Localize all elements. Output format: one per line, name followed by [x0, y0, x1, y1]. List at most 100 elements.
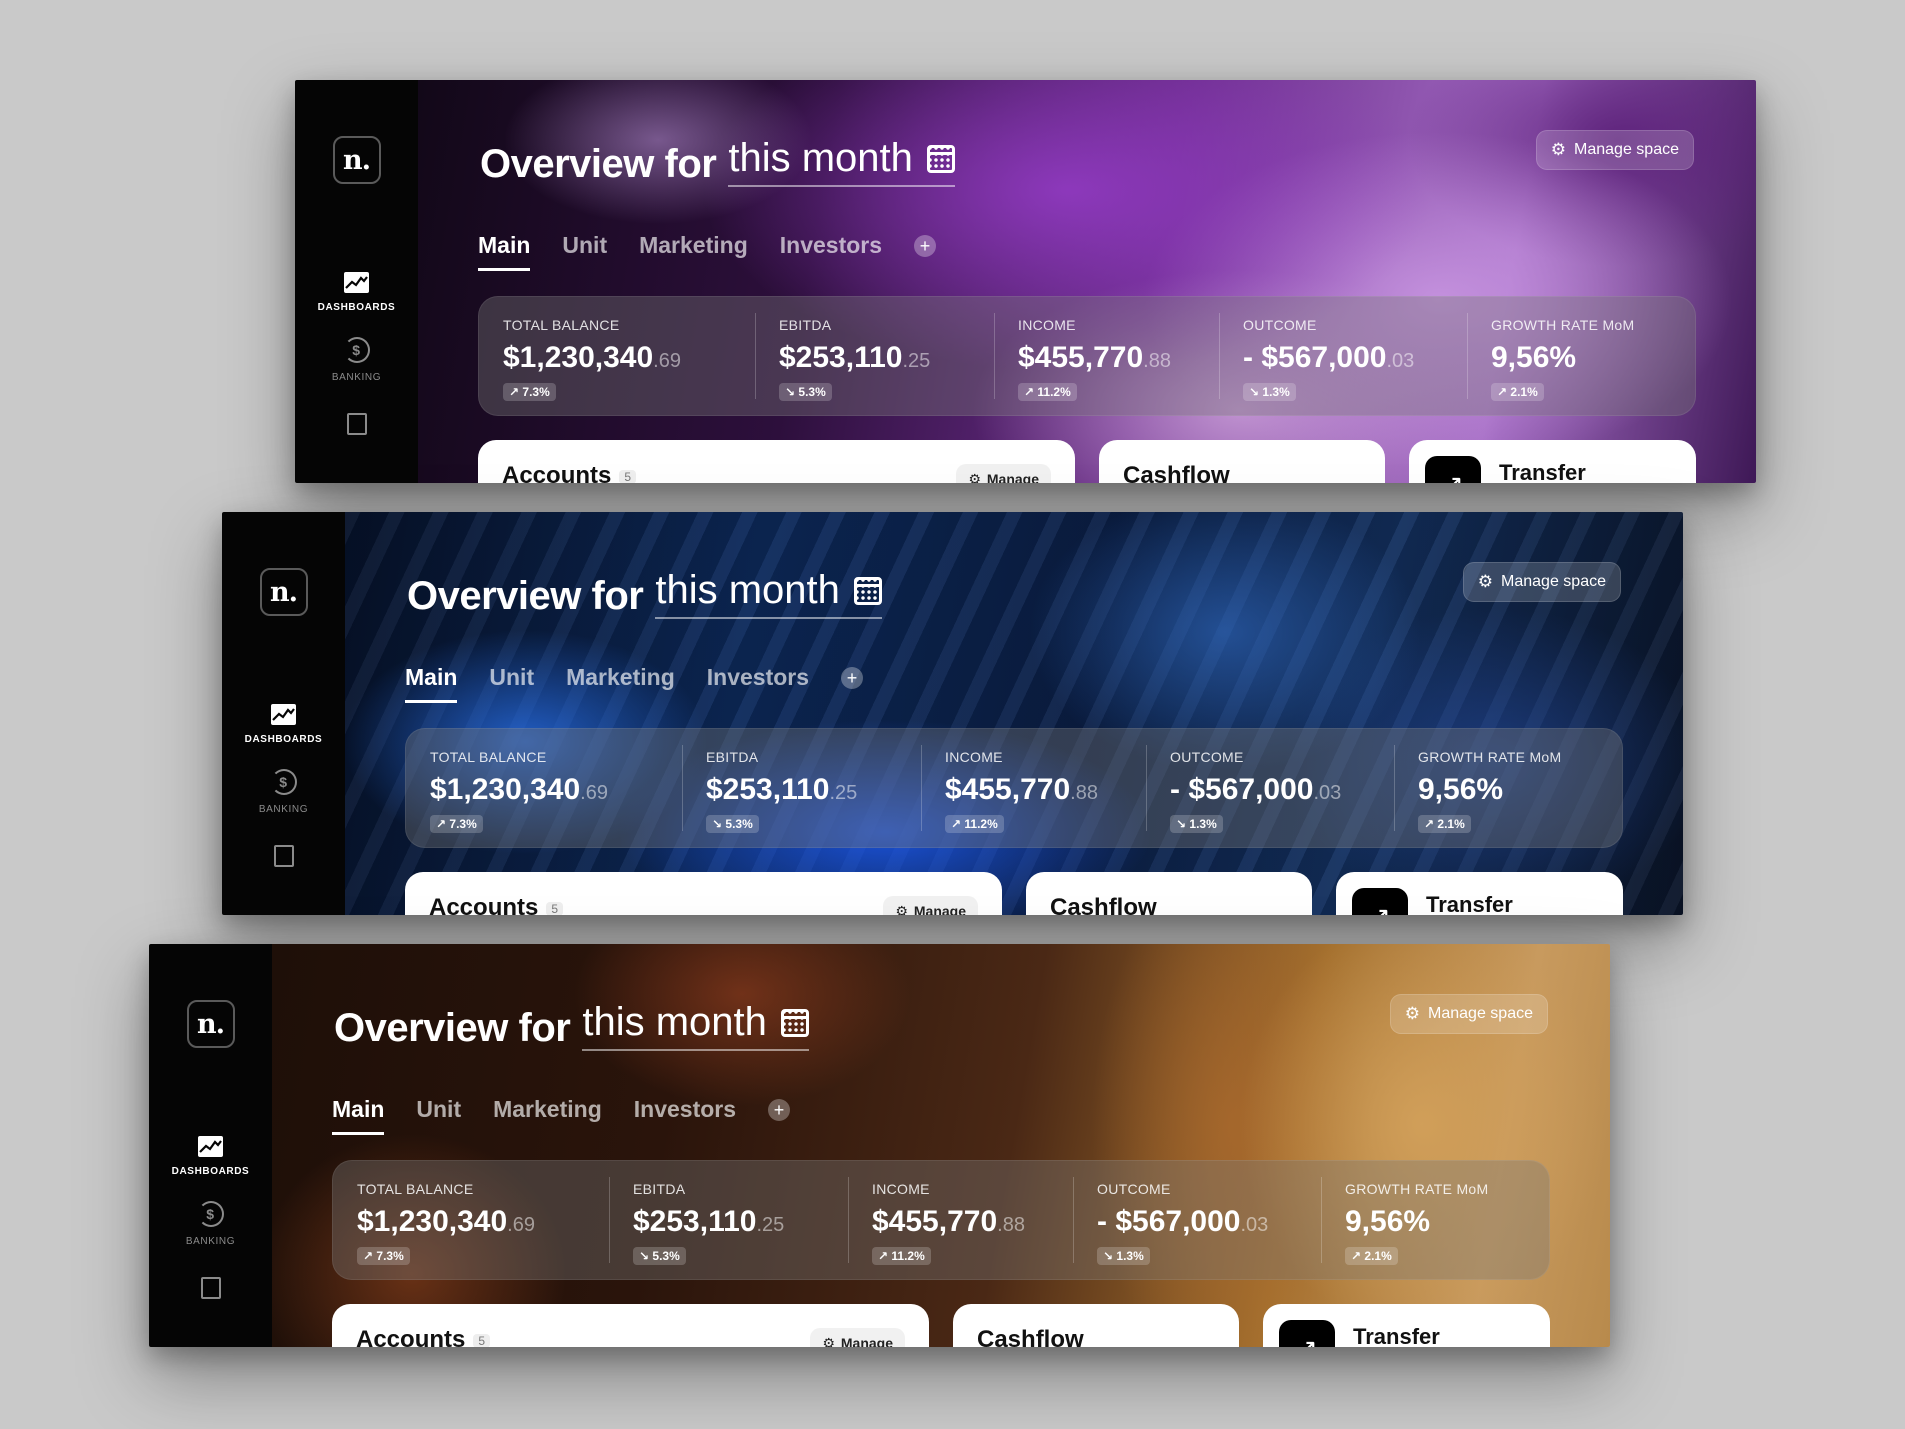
stats-bar: TOTAL BALANCE $1,230,340.69 ↗ 7.3% EBITD…: [405, 728, 1623, 848]
stat-value: - $567,000.03: [1170, 773, 1342, 806]
page-title: Overview for this month: [407, 568, 882, 619]
title-text: Overview for: [407, 574, 644, 618]
nav-banking[interactable]: $ BANKING: [259, 769, 308, 815]
arrow-icon: ↗: [1425, 456, 1481, 483]
manage-space-button[interactable]: ⚙ Manage space: [1462, 562, 1621, 602]
stat-value: 9,56%: [1345, 1205, 1431, 1238]
tab-marketing[interactable]: Marketing: [566, 664, 675, 703]
stat-value: $455,770.88: [1018, 341, 1171, 374]
tab-investors[interactable]: Investors: [707, 664, 809, 703]
stat-total-balance[interactable]: TOTAL BALANCE $1,230,340.69 ↗ 7.3%: [406, 729, 682, 847]
nav-dashboards[interactable]: DASHBOARDS: [318, 272, 396, 313]
manage-accounts-button[interactable]: ⚙ Manage: [883, 896, 978, 915]
trend-badge: ↘ 1.3%: [1097, 1247, 1150, 1265]
stat-ebitda[interactable]: EBITDA $253,110.25 ↘ 5.3%: [609, 1161, 848, 1279]
manage-accounts-button[interactable]: ⚙ Manage: [810, 1328, 905, 1347]
nav-banking[interactable]: $ BANKING: [186, 1201, 235, 1247]
trend-down-icon: ↘: [712, 817, 723, 831]
manage-space-button[interactable]: ⚙ Manage space: [1535, 130, 1694, 170]
stat-income[interactable]: INCOME $455,770.88 ↗ 11.2%: [848, 1161, 1073, 1279]
stat-income[interactable]: INCOME $455,770.88 ↗ 11.2%: [994, 297, 1219, 415]
tab-bar: Main Unit Marketing Investors +: [332, 1096, 791, 1135]
cashflow-card[interactable]: Cashflow: [1099, 440, 1385, 483]
stat-ebitda[interactable]: EBITDA $253,110.25 ↘ 5.3%: [755, 297, 994, 415]
title-text: Overview for: [480, 142, 717, 186]
trend-badge: ↗ 2.1%: [1491, 383, 1544, 401]
accounts-card[interactable]: Accounts 5 ⚙ Manage: [332, 1304, 929, 1347]
logo[interactable]: n.: [186, 1000, 235, 1048]
manage-space-button[interactable]: ⚙ Manage space: [1389, 994, 1548, 1034]
manage-accounts-button[interactable]: ⚙ Manage: [956, 464, 1051, 483]
stat-growth-rate[interactable]: GROWTH RATE MoM 9,56% ↗ 2.1%: [1467, 297, 1695, 415]
add-tab-button[interactable]: +: [914, 235, 937, 257]
logo[interactable]: n.: [259, 568, 308, 616]
card-title: Accounts 5: [356, 1326, 491, 1347]
gear-icon: ⚙: [895, 902, 908, 916]
cashflow-card[interactable]: Cashflow: [1026, 872, 1312, 915]
stat-value: $253,110.25: [706, 773, 858, 806]
tab-investors[interactable]: Investors: [634, 1096, 736, 1135]
stat-outcome[interactable]: OUTCOME - $567,000.03 ↘ 1.3%: [1146, 729, 1394, 847]
stat-growth-rate[interactable]: GROWTH RATE MoM 9,56% ↗ 2.1%: [1321, 1161, 1549, 1279]
document-icon: [346, 413, 367, 435]
manage-label: Manage: [913, 903, 966, 915]
period-selector[interactable]: this month: [655, 568, 882, 619]
stat-value: $455,770.88: [945, 773, 1098, 806]
stat-outcome[interactable]: OUTCOME - $567,000.03 ↘ 1.3%: [1073, 1161, 1321, 1279]
transfer-card[interactable]: ↗ Transfer: [1336, 872, 1623, 915]
stat-growth-rate[interactable]: GROWTH RATE MoM 9,56% ↗ 2.1%: [1394, 729, 1622, 847]
trend-badge: ↘ 5.3%: [706, 815, 759, 833]
card-title: Transfer: [1353, 1324, 1440, 1347]
main-area: Overview for this month ⚙ Manage space M…: [345, 512, 1683, 915]
dashboard-panel-purple: n. DASHBOARDS $ BANKING Overview for thi…: [295, 80, 1756, 483]
stats-bar: TOTAL BALANCE $1,230,340.69 ↗ 7.3% EBITD…: [478, 296, 1696, 416]
stat-income[interactable]: INCOME $455,770.88 ↗ 11.2%: [921, 729, 1146, 847]
tab-main[interactable]: Main: [478, 232, 531, 271]
nav-documents[interactable]: [200, 1277, 221, 1299]
nav-dashboards[interactable]: DASHBOARDS: [172, 1136, 250, 1177]
trend-up-icon: ↗: [1024, 385, 1035, 399]
trend-badge: ↘ 5.3%: [633, 1247, 686, 1265]
stat-total-balance[interactable]: TOTAL BALANCE $1,230,340.69 ↗ 7.3%: [479, 297, 755, 415]
transfer-card[interactable]: ↗ Transfer: [1263, 1304, 1550, 1347]
accounts-card[interactable]: Accounts 5 ⚙ Manage: [405, 872, 1002, 915]
count-badge: 5: [473, 1333, 491, 1347]
card-title: Transfer: [1499, 460, 1586, 483]
tab-main[interactable]: Main: [405, 664, 458, 703]
cashflow-card[interactable]: Cashflow: [953, 1304, 1239, 1347]
stat-label: EBITDA: [779, 317, 832, 333]
nav-dashboards[interactable]: DASHBOARDS: [245, 704, 323, 745]
tab-unit[interactable]: Unit: [416, 1096, 461, 1135]
tab-unit[interactable]: Unit: [562, 232, 607, 271]
nav-label: DASHBOARDS: [171, 1166, 250, 1177]
accounts-card[interactable]: Accounts 5 ⚙ Manage: [478, 440, 1075, 483]
transfer-card[interactable]: ↗ Transfer: [1409, 440, 1696, 483]
nav-label: DASHBOARDS: [317, 302, 396, 313]
stat-total-balance[interactable]: TOTAL BALANCE $1,230,340.69 ↗ 7.3%: [333, 1161, 609, 1279]
dashboard-panel-blue: n. DASHBOARDS $ BANKING Overview for thi…: [222, 512, 1683, 915]
period-selector[interactable]: this month: [728, 136, 955, 187]
nav-label: DASHBOARDS: [244, 734, 323, 745]
period-selector[interactable]: this month: [582, 1000, 809, 1051]
nav-banking[interactable]: $ BANKING: [332, 337, 381, 383]
trend-badge: ↗ 2.1%: [1418, 815, 1471, 833]
chart-icon: [270, 704, 296, 725]
trend-down-icon: ↘: [1176, 817, 1187, 831]
tab-marketing[interactable]: Marketing: [639, 232, 748, 271]
stat-label: EBITDA: [633, 1181, 686, 1197]
tab-main[interactable]: Main: [332, 1096, 385, 1135]
logo[interactable]: n.: [332, 136, 381, 184]
add-tab-button[interactable]: +: [841, 667, 864, 689]
stat-outcome[interactable]: OUTCOME - $567,000.03 ↘ 1.3%: [1219, 297, 1467, 415]
stat-label: INCOME: [872, 1181, 930, 1197]
nav-documents[interactable]: [346, 413, 367, 435]
tab-marketing[interactable]: Marketing: [493, 1096, 602, 1135]
tab-unit[interactable]: Unit: [489, 664, 534, 703]
tab-investors[interactable]: Investors: [780, 232, 882, 271]
arrow-icon: ↗: [1352, 888, 1408, 915]
nav-documents[interactable]: [273, 845, 294, 867]
dashboard-panel-amber: n. DASHBOARDS $ BANKING Overview for thi…: [149, 944, 1610, 1347]
stat-ebitda[interactable]: EBITDA $253,110.25 ↘ 5.3%: [682, 729, 921, 847]
gear-icon: ⚙: [1404, 1004, 1421, 1023]
add-tab-button[interactable]: +: [768, 1099, 791, 1121]
